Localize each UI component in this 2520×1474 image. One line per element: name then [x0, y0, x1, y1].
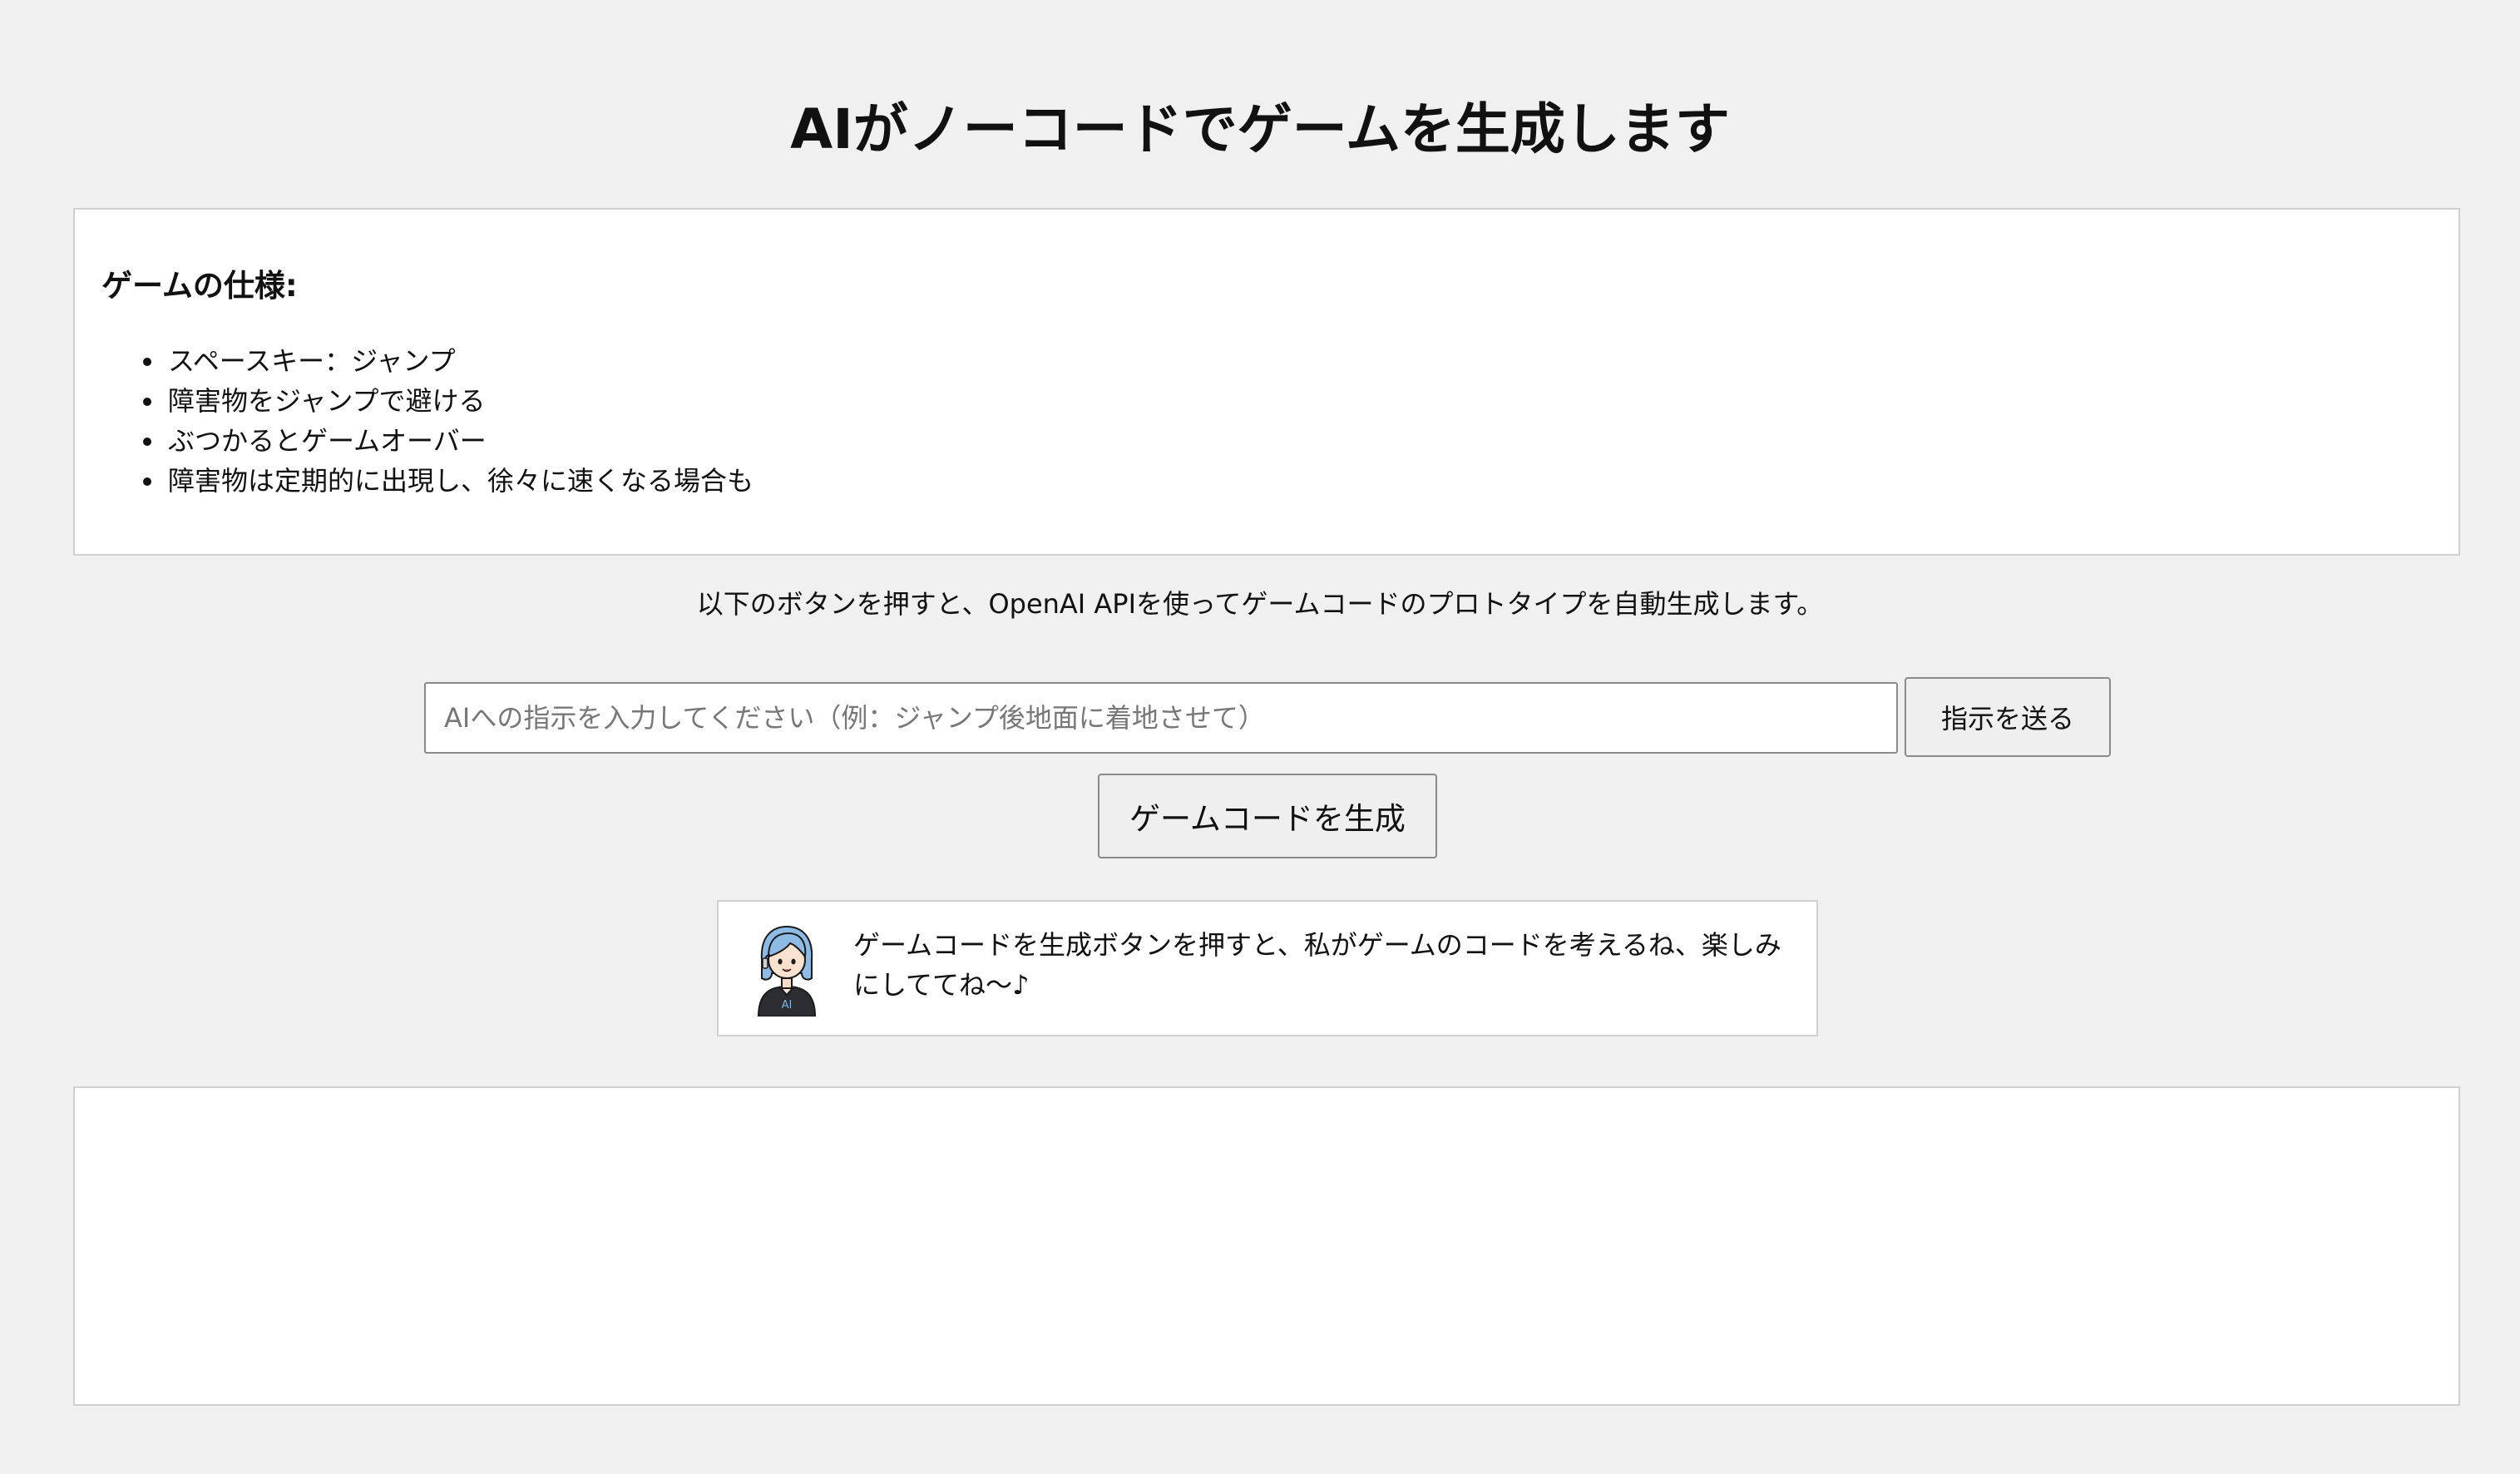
game-spec-panel: ゲームの仕様: スペースキー：ジャンプ 障害物をジャンプで避ける ぶつかるとゲー…: [73, 208, 2460, 556]
send-instruction-button[interactable]: 指示を送る: [1905, 677, 2111, 757]
game-output-area[interactable]: [73, 1086, 2460, 1406]
ai-assistant-avatar-icon: AI: [757, 925, 817, 1016]
spec-item: ぶつかるとゲームオーバー: [142, 421, 754, 461]
generate-code-button[interactable]: ゲームコードを生成: [1098, 774, 1437, 858]
assistant-message: ゲームコードを生成ボタンを押すと、私がゲームのコードを考えるね、楽しみにしててね…: [853, 929, 1781, 1001]
instruction-input[interactable]: [424, 682, 1898, 754]
spec-item: 障害物をジャンプで避ける: [142, 381, 754, 421]
spec-item: 障害物は定期的に出現し、徐々に速くなる場合も: [142, 461, 754, 501]
page-title: AIがノーコードでゲームを生成します: [790, 97, 1730, 161]
spec-item: スペースキー：ジャンプ: [142, 341, 754, 381]
intro-text: 以下のボタンを押すと、OpenAI APIを使ってゲームコードのプロトタイプを自…: [696, 588, 1824, 620]
spec-list: スペースキー：ジャンプ 障害物をジャンプで避ける ぶつかるとゲームオーバー 障害…: [142, 341, 754, 501]
assistant-message-box: AI ゲームコードを生成ボタンを押すと、私がゲームのコードを考えるね、楽しみにし…: [717, 900, 1818, 1036]
avatar-badge-label: AI: [782, 999, 793, 1012]
spec-heading: ゲームの仕様:: [101, 268, 298, 304]
